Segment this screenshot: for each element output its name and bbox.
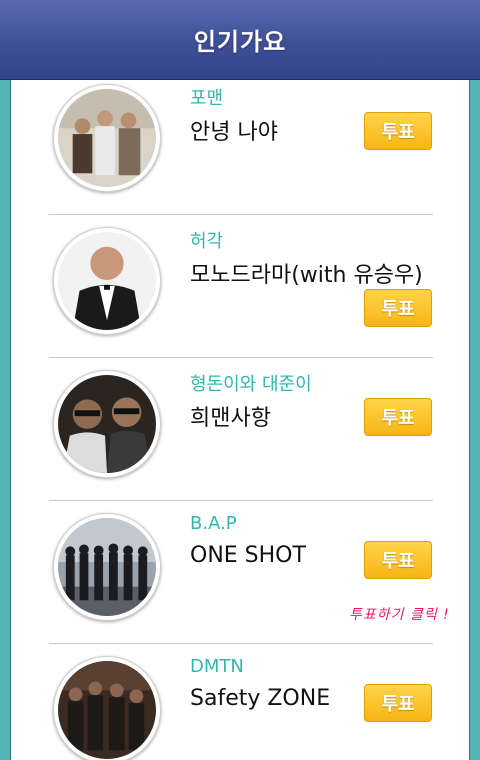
- title-bar: 인기가요: [0, 0, 480, 80]
- artist-name: 허각: [190, 231, 224, 252]
- list-item[interactable]: B.A.P ONE SHOT 투표 투표하기 클릭 !: [49, 501, 449, 644]
- artist-photo: [53, 227, 161, 335]
- artist-photo: [53, 513, 161, 621]
- vote-button[interactable]: 투표: [364, 398, 432, 436]
- vote-hint-label: 투표하기 클릭 !: [349, 607, 450, 623]
- list-item[interactable]: DMTN Safety ZONE 투표: [49, 644, 433, 760]
- song-title: 희맨사항: [190, 406, 271, 431]
- artist-photo: [53, 84, 161, 192]
- artist-name: 형돈이와 대준이: [190, 374, 312, 395]
- artist-photo: [53, 370, 161, 478]
- song-title: Safety ZONE: [190, 686, 331, 711]
- list-item[interactable]: 형돈이와 대준이 희맨사항 투표: [49, 358, 433, 501]
- vote-button[interactable]: 투표: [364, 112, 432, 150]
- vote-button[interactable]: 투표: [364, 541, 432, 579]
- list-item[interactable]: 허각 모노드라마(with 유승우) 투표: [49, 215, 433, 358]
- artist-photo: [53, 656, 161, 760]
- page-title: 인기가요: [193, 28, 287, 56]
- song-title: ONE SHOT: [190, 543, 306, 568]
- artist-name: B.A.P: [190, 513, 237, 534]
- vote-button[interactable]: 투표: [364, 289, 432, 327]
- song-title: 안녕 나야: [190, 120, 278, 145]
- list-item[interactable]: 포맨 안녕 나야 투표: [49, 80, 433, 215]
- artist-name: DMTN: [190, 656, 244, 677]
- vote-button[interactable]: 투표: [364, 684, 432, 722]
- song-title: 모노드라마(with 유승우): [190, 263, 423, 288]
- artist-name: 포맨: [190, 88, 224, 109]
- chart-list[interactable]: 포맨 안녕 나야 투표 허각 모노드라마(with 유승우) 투표 형돈이와 대…: [10, 80, 470, 760]
